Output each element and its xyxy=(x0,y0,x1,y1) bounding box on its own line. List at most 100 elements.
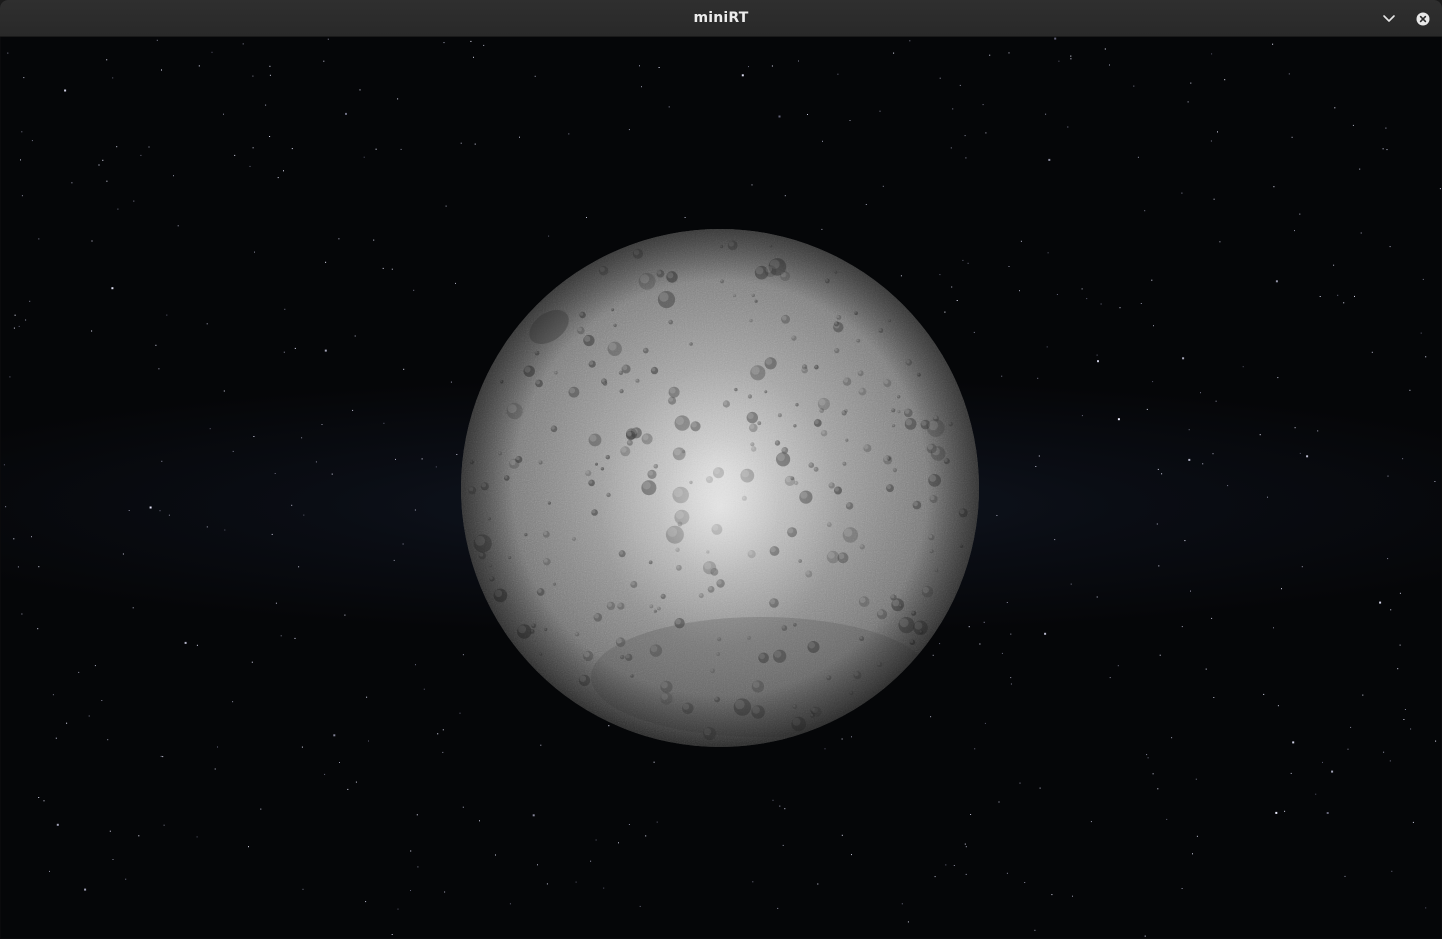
star xyxy=(397,98,399,100)
star xyxy=(1263,693,1265,695)
star xyxy=(38,566,40,568)
star xyxy=(159,510,161,512)
app-window: miniRT xyxy=(0,0,1442,939)
star xyxy=(540,744,542,746)
star xyxy=(7,52,9,54)
star xyxy=(956,300,958,301)
render-viewport[interactable] xyxy=(1,37,1441,938)
star xyxy=(951,286,953,288)
star xyxy=(66,722,68,724)
star xyxy=(1227,485,1229,487)
star xyxy=(112,77,114,79)
star xyxy=(23,77,25,79)
star xyxy=(1435,740,1437,742)
star xyxy=(782,844,784,846)
star xyxy=(939,643,941,645)
star xyxy=(772,799,774,801)
star xyxy=(1182,357,1185,360)
star xyxy=(1385,127,1387,129)
star xyxy=(1319,296,1321,297)
star xyxy=(645,835,647,837)
star xyxy=(265,104,267,106)
star xyxy=(967,262,969,264)
star xyxy=(1362,694,1364,696)
star xyxy=(196,644,198,646)
star xyxy=(445,205,447,207)
star xyxy=(3,464,5,466)
star xyxy=(1195,778,1197,780)
star xyxy=(25,319,27,321)
star xyxy=(217,746,218,748)
star xyxy=(450,381,452,383)
star xyxy=(1242,366,1244,368)
star xyxy=(1020,240,1022,242)
star xyxy=(249,165,251,167)
star xyxy=(324,773,326,775)
star xyxy=(1202,463,1204,465)
star xyxy=(275,602,277,604)
star xyxy=(410,850,412,852)
title-bar[interactable]: miniRT xyxy=(0,0,1442,37)
star xyxy=(1359,168,1361,170)
minimize-button[interactable] xyxy=(1379,9,1399,29)
star xyxy=(1192,853,1193,855)
star xyxy=(155,344,157,346)
star xyxy=(964,843,966,845)
star xyxy=(1277,705,1279,707)
star xyxy=(242,43,244,45)
star xyxy=(161,460,163,462)
star xyxy=(1275,280,1278,283)
star xyxy=(168,514,170,516)
star xyxy=(410,890,411,891)
star xyxy=(1196,835,1198,837)
star xyxy=(950,147,952,149)
star xyxy=(1096,354,1098,356)
star xyxy=(355,781,357,783)
star xyxy=(784,808,786,810)
star xyxy=(1420,332,1422,334)
star xyxy=(1188,429,1190,431)
star xyxy=(232,701,234,703)
star xyxy=(1070,55,1072,57)
star xyxy=(982,104,984,106)
star xyxy=(784,195,786,197)
star xyxy=(107,739,109,741)
star xyxy=(291,148,293,150)
star xyxy=(537,864,538,866)
star xyxy=(1096,596,1098,598)
star xyxy=(1008,52,1010,54)
star xyxy=(102,159,104,161)
star xyxy=(462,654,464,656)
star xyxy=(402,543,404,545)
star xyxy=(1047,252,1049,254)
star xyxy=(822,140,823,142)
star xyxy=(608,725,610,727)
star xyxy=(1181,192,1183,194)
close-button[interactable] xyxy=(1413,9,1433,29)
star xyxy=(1390,609,1392,611)
star xyxy=(1045,113,1047,115)
star xyxy=(1294,427,1296,429)
star xyxy=(586,217,587,218)
star xyxy=(1152,381,1154,383)
star xyxy=(985,132,987,134)
star xyxy=(1181,888,1183,889)
star xyxy=(91,330,93,332)
star xyxy=(1273,627,1274,629)
star xyxy=(368,740,369,742)
star xyxy=(595,839,597,841)
star xyxy=(1072,895,1073,897)
star xyxy=(18,325,20,327)
star xyxy=(1360,232,1362,234)
star xyxy=(479,820,480,822)
star xyxy=(1086,298,1088,300)
star xyxy=(1434,481,1436,482)
star xyxy=(1402,458,1404,460)
star xyxy=(415,664,416,666)
star xyxy=(668,106,670,108)
star xyxy=(128,510,130,511)
star xyxy=(1166,818,1168,820)
star xyxy=(254,251,255,253)
star xyxy=(122,553,124,555)
star xyxy=(1008,266,1010,267)
